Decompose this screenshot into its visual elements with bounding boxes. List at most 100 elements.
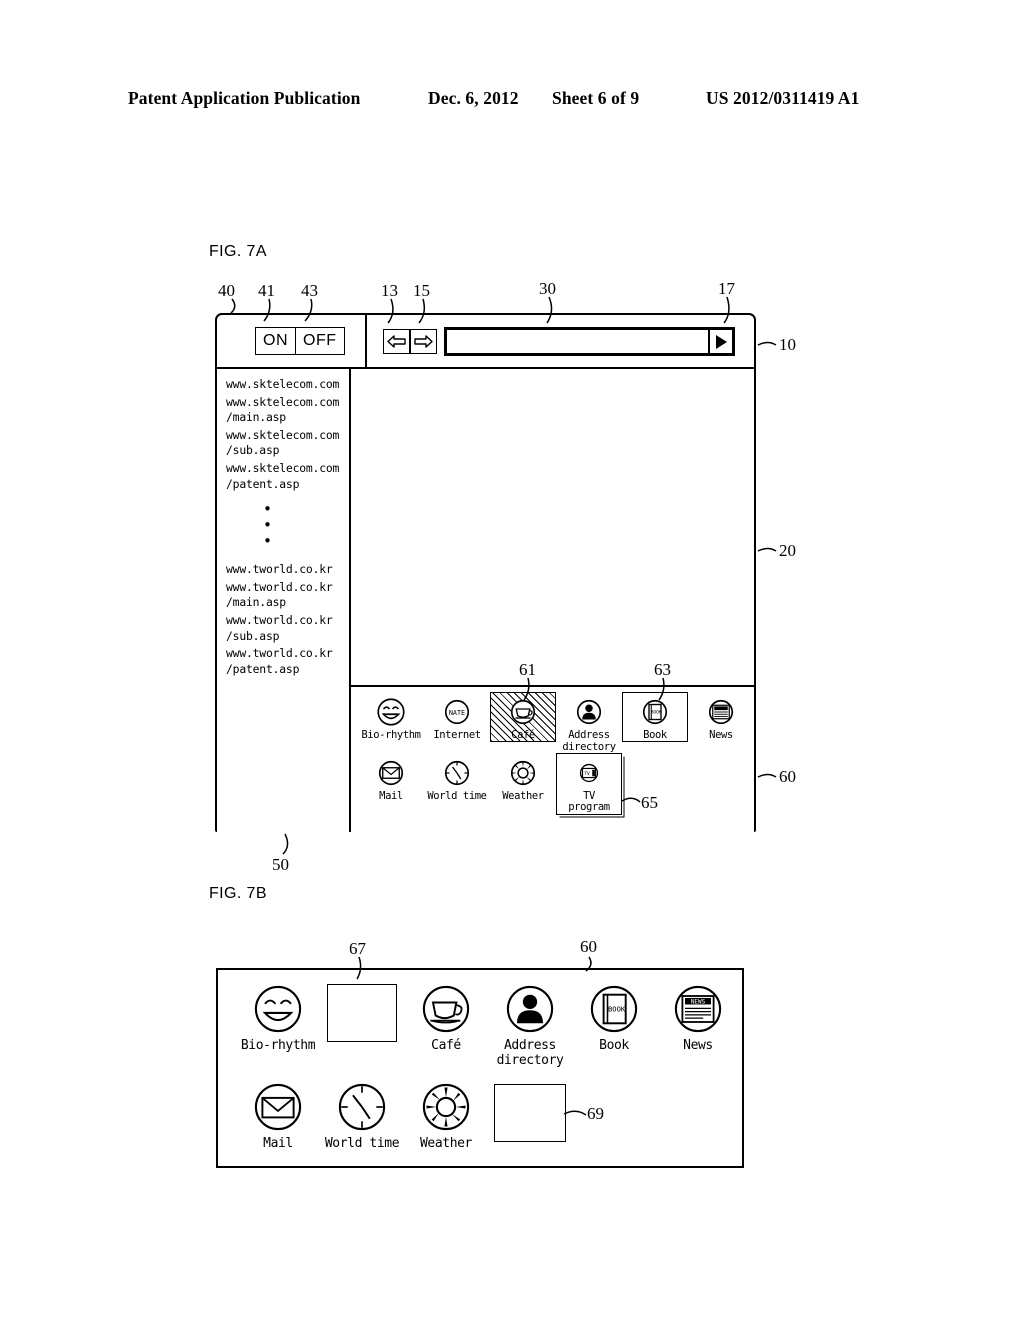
reference-numeral-69: 69: [587, 1104, 604, 1123]
empty-icon-placeholder[interactable]: [327, 984, 397, 1042]
svg-text:BOOK: BOOK: [608, 1005, 626, 1014]
envelope-icon: [374, 756, 408, 790]
ellipsis-dot: •: [262, 516, 273, 535]
toolbar-divider: [365, 315, 367, 369]
fig7b-item-label: Weather: [420, 1136, 472, 1151]
fig7b-item-cafe[interactable]: Café: [404, 982, 488, 1053]
publication-date: Dec. 6, 2012: [428, 88, 519, 108]
publication-type: Patent Application Publication: [128, 88, 361, 108]
url-list-ellipsis: • • •: [226, 497, 349, 553]
newspaper-icon: [704, 695, 738, 729]
fig7b-item-mail[interactable]: Mail: [236, 1080, 320, 1151]
sun-icon: [506, 756, 540, 790]
fig7b-item-world-time[interactable]: World time: [320, 1080, 404, 1151]
dock-item-label: TV program: [568, 789, 610, 813]
book-icon: BOOK: [587, 982, 641, 1036]
back-arrow-icon[interactable]: [383, 329, 410, 354]
fig7b-item-empty-slot-69[interactable]: [488, 1080, 572, 1142]
dock-item-label: World time: [427, 790, 487, 802]
nate-circle-icon: NATE: [440, 695, 474, 729]
dock-item-label: Bio-rhythm: [361, 729, 421, 741]
fig7b-item-book[interactable]: BOOK Book: [572, 982, 656, 1053]
on-button[interactable]: ON: [256, 328, 295, 354]
go-button[interactable]: [708, 330, 732, 353]
icon-panel-fig7b: Bio-rhythm Café Address directory BOOK B…: [216, 968, 744, 1168]
dock-row-1: Bio-rhythm NATE Internet Café Address di…: [358, 692, 754, 753]
reference-numeral-17: 17: [718, 279, 735, 298]
dock-item-label: News: [709, 729, 733, 741]
fig7b-item-label: Café: [431, 1038, 461, 1053]
clock-icon: [440, 756, 474, 790]
reference-numeral-65: 65: [641, 793, 658, 812]
fig7b-item-label: Address directory: [496, 1038, 564, 1068]
dock-item-label: Mail: [379, 790, 403, 802]
dock-item-news[interactable]: News: [688, 692, 754, 742]
dock-item-internet[interactable]: NATE Internet: [424, 692, 490, 742]
url-list-item[interactable]: www.tworld.co.kr /main.asp: [226, 580, 349, 611]
smiley-face-icon: [374, 695, 408, 729]
tv-icon: TV: [572, 756, 606, 790]
on-off-toggle-group[interactable]: ON OFF: [255, 327, 345, 355]
smiley-face-icon: [251, 982, 305, 1036]
dock-item-label: Café: [511, 728, 535, 741]
reference-numeral-61: 61: [519, 660, 536, 679]
web-content-pane[interactable]: [351, 369, 754, 687]
forward-arrow-icon[interactable]: [410, 329, 437, 354]
dock-item-cafe[interactable]: Café: [490, 692, 556, 742]
application-icon-dock: Bio-rhythm NATE Internet Café Address di…: [351, 687, 754, 832]
publication-number: US 2012/0311419 A1: [706, 88, 860, 108]
fig7b-row-1: Bio-rhythm Café Address directory BOOK B…: [236, 982, 742, 1068]
browser-body: www.sktelecom.com www.sktelecom.com /mai…: [217, 369, 754, 832]
empty-icon-placeholder[interactable]: [494, 1084, 566, 1142]
coffee-cup-icon: [506, 695, 540, 729]
fig7b-item-label: World time: [324, 1136, 400, 1151]
url-list-item[interactable]: www.tworld.co.kr /sub.asp: [226, 613, 349, 644]
reference-numeral-43: 43: [301, 281, 318, 300]
reference-numeral-60-fig7a: 60: [779, 767, 796, 786]
book-icon: BOOK: [638, 695, 672, 729]
svg-text:NATE: NATE: [449, 709, 465, 717]
fig7b-item-label: Mail: [263, 1136, 293, 1151]
address-input[interactable]: [447, 330, 708, 353]
url-list-item[interactable]: www.sktelecom.com /patent.asp: [226, 461, 349, 492]
dock-item-weather[interactable]: Weather: [490, 753, 556, 803]
off-button[interactable]: OFF: [295, 328, 344, 354]
fig7b-item-label: Book: [599, 1038, 629, 1053]
svg-text:BOOK: BOOK: [651, 709, 662, 715]
person-icon: [572, 695, 606, 729]
fig7b-item-bio-rhythm[interactable]: Bio-rhythm: [236, 982, 320, 1053]
fig7b-item-empty-slot-67[interactable]: [320, 982, 404, 1042]
address-bar[interactable]: [444, 327, 735, 356]
dock-item-address-directory[interactable]: Address directory: [556, 692, 622, 753]
dock-item-book[interactable]: BOOK Book: [622, 692, 688, 742]
fig7b-item-weather[interactable]: Weather: [404, 1080, 488, 1151]
url-history-sidebar[interactable]: www.sktelecom.com www.sktelecom.com /mai…: [217, 369, 351, 832]
publication-header: Patent Application Publication Dec. 6, 2…: [0, 88, 1024, 114]
fig7b-item-address-directory[interactable]: Address directory: [488, 982, 572, 1068]
url-list-item[interactable]: www.sktelecom.com /sub.asp: [226, 428, 349, 459]
coffee-cup-icon: [419, 982, 473, 1036]
dock-item-tv-program[interactable]: TV TV program: [556, 753, 622, 815]
url-list-item[interactable]: www.sktelecom.com: [226, 377, 349, 393]
url-list-item[interactable]: www.tworld.co.kr /patent.asp: [226, 646, 349, 677]
dock-item-mail[interactable]: Mail: [358, 753, 424, 803]
dock-item-label: Address directory: [562, 729, 616, 753]
dock-item-world-time[interactable]: World time: [424, 753, 490, 803]
dock-item-bio-rhythm[interactable]: Bio-rhythm: [358, 692, 424, 742]
url-list-item[interactable]: www.sktelecom.com /main.asp: [226, 395, 349, 426]
reference-numeral-20: 20: [779, 541, 796, 560]
fig7b-item-news[interactable]: NEWS News: [656, 982, 740, 1053]
url-list-item[interactable]: www.tworld.co.kr: [226, 562, 349, 578]
svg-text:TV: TV: [584, 770, 590, 776]
reference-numeral-15: 15: [413, 281, 430, 300]
reference-numeral-63: 63: [654, 660, 671, 679]
ellipsis-dot: •: [262, 500, 273, 519]
figure-label-7a: FIG. 7A: [209, 243, 267, 260]
envelope-icon: [251, 1080, 305, 1134]
reference-numeral-60-fig7b: 60: [580, 937, 597, 956]
reference-numeral-67: 67: [349, 939, 366, 958]
reference-numeral-13: 13: [381, 281, 398, 300]
person-icon: [503, 982, 557, 1036]
dock-item-label: Weather: [502, 790, 544, 802]
browser-toolbar: ON OFF: [217, 315, 754, 369]
